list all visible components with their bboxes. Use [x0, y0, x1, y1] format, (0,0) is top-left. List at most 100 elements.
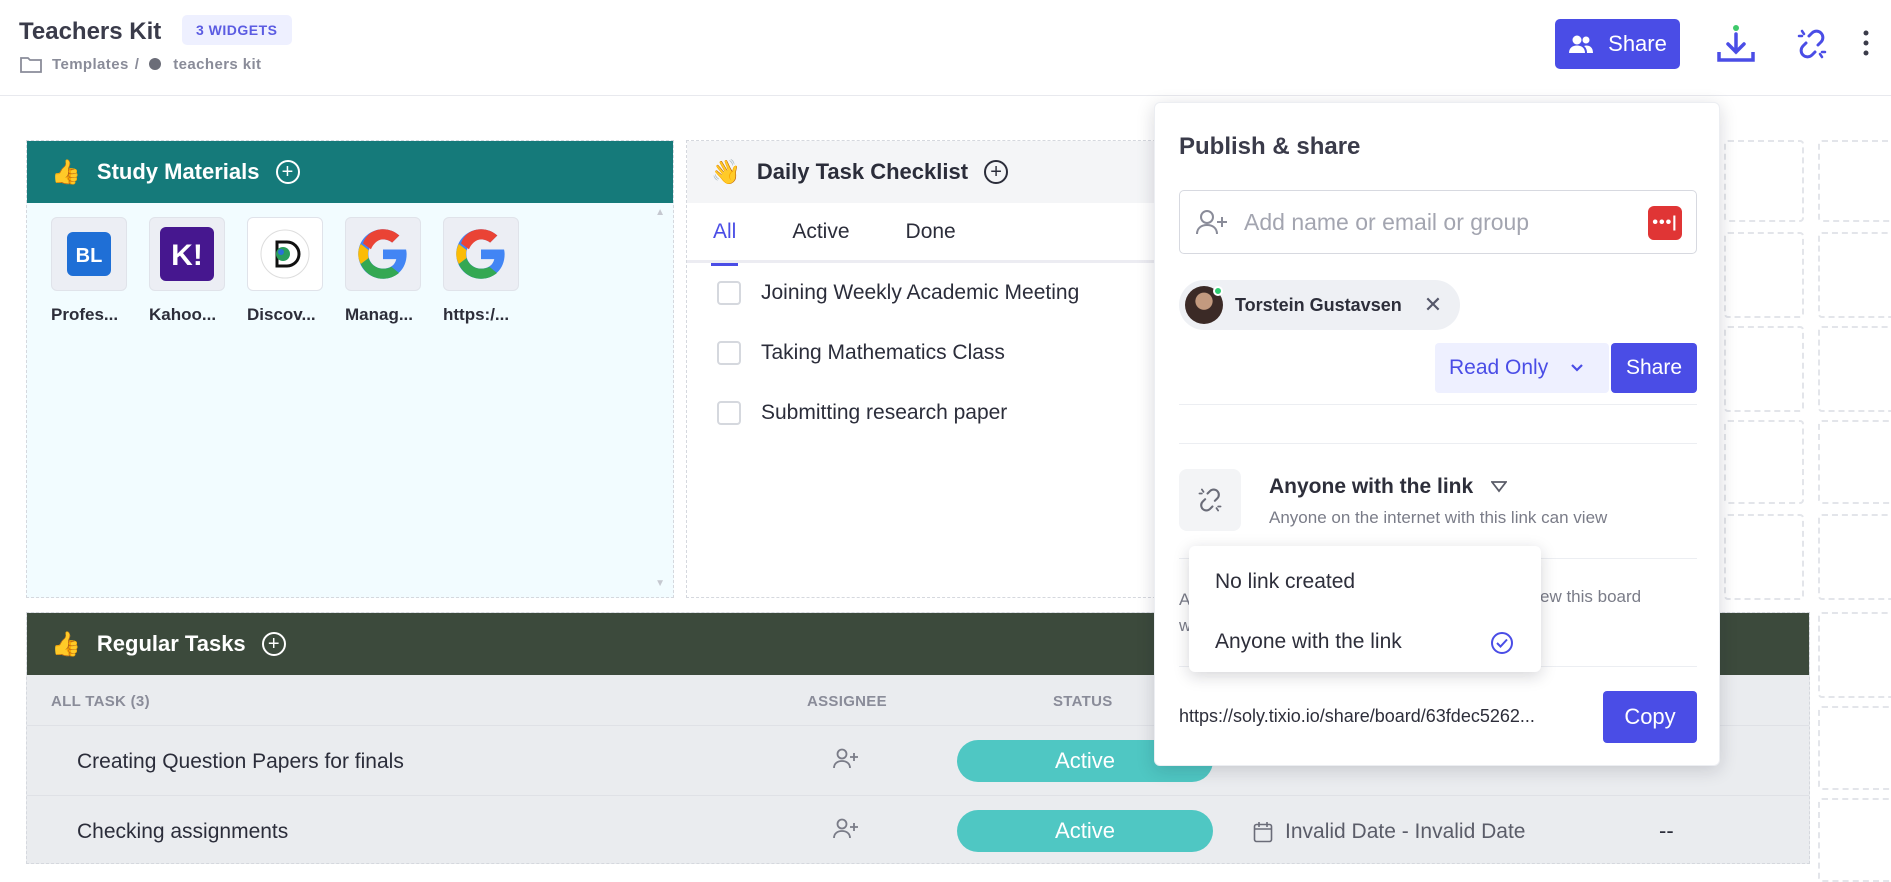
task-checkbox[interactable]: [717, 281, 741, 305]
list-item: Joining Weekly Academic Meeting: [687, 263, 1165, 323]
triangle-down-icon: [1491, 481, 1508, 493]
link-icon-box: [1179, 469, 1241, 531]
grid-placeholder: [1724, 140, 1804, 222]
app-label: Profes...: [51, 305, 119, 324]
app-item[interactable]: BL Profes...: [51, 217, 127, 325]
task-name: Creating Question Papers for finals: [77, 750, 404, 773]
thumbs-up-icon: 👍: [51, 630, 81, 658]
share-url[interactable]: https://soly.tixio.io/share/board/63fdec…: [1179, 706, 1535, 727]
unlink-icon[interactable]: [1796, 28, 1828, 65]
checklist-tabs: All Active Done: [687, 203, 1165, 266]
widget-title: Daily Task Checklist: [756, 159, 969, 184]
more-vertical-icon[interactable]: [1862, 30, 1870, 61]
scroll-down-arrow-icon[interactable]: ▼: [655, 578, 665, 589]
dropdown-option-anyone[interactable]: Anyone with the link: [1215, 630, 1402, 654]
thumbs-up-icon: 👍: [51, 158, 81, 186]
popup-title: Publish & share: [1179, 133, 1361, 160]
study-materials-widget: 👍 Study Materials + ▲ ▼ BL Profes... K! …: [26, 140, 674, 598]
close-icon[interactable]: ✕: [1424, 292, 1442, 318]
unlink-icon: [1197, 487, 1223, 513]
breadcrumb: Templates / teachers kit: [20, 55, 261, 73]
divider: [1179, 443, 1697, 444]
download-icon[interactable]: [1716, 25, 1756, 68]
task-label: Joining Weekly Academic Meeting: [761, 281, 1080, 304]
app-item[interactable]: Discov...: [247, 217, 323, 325]
grid-placeholder: [1724, 420, 1804, 504]
kahoot-logo-icon: K!: [160, 227, 214, 281]
permission-select[interactable]: Read Only: [1435, 343, 1609, 393]
task-label: Taking Mathematics Class: [761, 341, 1005, 364]
check-circle-icon: [1491, 632, 1513, 654]
chevron-down-icon: [1570, 363, 1584, 373]
dropdown-option-no-link[interactable]: No link created: [1215, 570, 1355, 594]
app-tile[interactable]: BL: [51, 217, 127, 291]
breadcrumb-templates[interactable]: Templates: [52, 56, 129, 73]
grid-placeholder: [1818, 326, 1891, 412]
task-checkbox[interactable]: [717, 341, 741, 365]
app-item[interactable]: K! Kahoo...: [149, 217, 225, 325]
widgets-count-badge: 3 WIDGETS: [182, 15, 292, 45]
app-header: Teachers Kit 3 WIDGETS Templates / teach…: [0, 0, 1891, 96]
google-logo-icon: [358, 229, 407, 279]
app-item[interactable]: Manag...: [345, 217, 421, 325]
add-circle-icon[interactable]: +: [261, 632, 286, 656]
permission-value: Read Only: [1449, 356, 1549, 379]
app-tile[interactable]: [345, 217, 421, 291]
link-access-selector[interactable]: Anyone with the link: [1269, 475, 1508, 499]
calendar-icon: [1253, 821, 1273, 843]
svg-text:BL: BL: [76, 245, 103, 267]
invite-share-button[interactable]: Share: [1611, 343, 1697, 393]
grid-placeholder: [1818, 514, 1891, 600]
app-tile[interactable]: [443, 217, 519, 291]
date-range[interactable]: Invalid Date - Invalid Date: [1253, 820, 1525, 844]
breadcrumb-separator: /: [134, 55, 140, 73]
daily-task-checklist-widget: 👋 Daily Task Checklist + All Active Done…: [686, 140, 1166, 598]
app-item[interactable]: https:/...: [443, 217, 519, 325]
list-item: Taking Mathematics Class: [687, 323, 1165, 383]
info-text-right: ew this board: [1540, 587, 1642, 606]
status-badge[interactable]: Active: [957, 810, 1213, 852]
task-checkbox[interactable]: [717, 401, 741, 425]
add-circle-icon[interactable]: +: [275, 160, 300, 184]
breadcrumb-current: teachers kit: [173, 55, 262, 73]
bl-logo-icon: BL: [67, 232, 111, 276]
tab-all[interactable]: All: [710, 220, 739, 266]
add-assignee-icon[interactable]: [833, 748, 859, 776]
online-status-icon: [1213, 286, 1223, 296]
user-chip: Torstein Gustavsen ✕: [1179, 280, 1461, 330]
google-logo-icon: [456, 229, 505, 279]
board-title[interactable]: Teachers Kit: [19, 18, 161, 46]
share-button-label: Share: [1608, 31, 1667, 56]
table-row[interactable]: Checking assignments Active Invalid Date…: [27, 795, 1809, 865]
user-chip-name: Torstein Gustavsen: [1235, 294, 1402, 315]
grid-placeholder: [1818, 612, 1891, 698]
scroll-up-arrow-icon[interactable]: ▲: [655, 207, 665, 218]
checklist-header: 👋 Daily Task Checklist +: [687, 141, 1165, 203]
app-list: BL Profes... K! Kahoo... Discov... Manag…: [51, 217, 519, 325]
app-label: Kahoo...: [149, 305, 217, 324]
app-tile[interactable]: K!: [149, 217, 225, 291]
column-status: STATUS: [1053, 693, 1113, 710]
grid-placeholder: [1818, 232, 1891, 318]
users-icon: [1568, 34, 1594, 54]
link-access-label: Anyone with the link: [1269, 475, 1474, 498]
list-item: Submitting research paper: [687, 383, 1165, 443]
tab-done[interactable]: Done: [906, 220, 956, 244]
date-range-text: Invalid Date - Invalid Date: [1285, 820, 1526, 843]
study-materials-header: 👍 Study Materials +: [27, 141, 673, 203]
share-button[interactable]: Share: [1555, 19, 1680, 69]
grid-placeholder: [1818, 140, 1891, 222]
tab-active[interactable]: Active: [792, 220, 849, 244]
invite-input-placeholder: Add name or email or group: [1244, 208, 1530, 235]
widget-title: Study Materials: [96, 159, 260, 184]
invite-input[interactable]: Add name or email or group •••|: [1179, 190, 1697, 254]
password-manager-icon[interactable]: •••|: [1648, 206, 1682, 240]
divider: [1179, 404, 1697, 405]
avatar: [1185, 286, 1223, 324]
grid-placeholder: [1724, 514, 1804, 600]
copy-link-button[interactable]: Copy: [1603, 691, 1697, 743]
add-assignee-icon[interactable]: [833, 818, 859, 846]
grid-placeholder: [1818, 706, 1891, 790]
add-circle-icon[interactable]: +: [984, 160, 1009, 184]
app-tile[interactable]: [247, 217, 323, 291]
